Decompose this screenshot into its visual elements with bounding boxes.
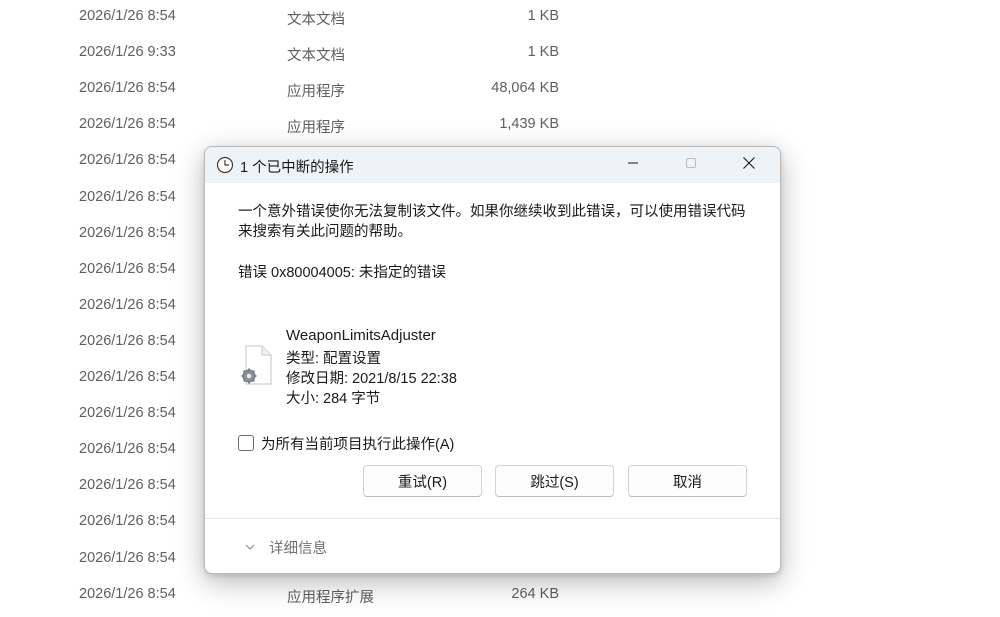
file-date: 2026/1/26 8:54 [79, 188, 176, 205]
clock-icon [216, 156, 234, 174]
minimize-icon [627, 156, 639, 174]
file-size: 48,064 KB [491, 80, 559, 97]
file-size: 大小: 284 字节 [286, 391, 381, 407]
file-date: 2026/1/26 8:54 [79, 116, 176, 133]
file-type: 应用程序 [287, 120, 345, 137]
chevron-down-icon [243, 540, 257, 554]
file-date: 2026/1/26 8:54 [79, 477, 176, 494]
file-size: 1 KB [527, 44, 559, 61]
error-code: 错误 0x80004005: 未指定的错误 [238, 265, 446, 281]
close-button[interactable] [720, 147, 778, 183]
details-toggle[interactable]: 详细信息 [243, 537, 327, 557]
file-row[interactable]: 2026/1/26 9:33 文本文档 1 KB [0, 36, 1000, 72]
checkbox-box[interactable] [238, 435, 254, 451]
file-size: 264 KB [511, 585, 559, 602]
file-row[interactable]: 2026/1/26 8:54 应用程序 1,439 KB [0, 108, 1000, 144]
file-date: 2026/1/26 8:54 [79, 224, 176, 241]
error-message: 一个意外错误使你无法复制该文件。如果你继续收到此错误，可以使用错误代码来搜索有关… [238, 204, 746, 240]
file-type: 文本文档 [287, 12, 345, 28]
file-date: 2026/1/26 9:33 [79, 44, 176, 61]
file-type: 类型: 配置设置 [286, 351, 382, 367]
apply-all-checkbox[interactable]: 为所有当前项目执行此操作(A) [238, 433, 454, 453]
file-date: 2026/1/26 8:54 [79, 260, 176, 277]
file-type: 应用程序 [287, 84, 345, 101]
maximize-icon [685, 156, 697, 174]
copy-error-dialog: 1 个已中断的操作 一个意外错误使你无法复制该文件。如果你继续收到此错误，可以使… [204, 146, 781, 574]
file-date: 2026/1/26 8:54 [79, 405, 176, 422]
apply-all-label[interactable]: 为所有当前项目执行此操作(A) [261, 433, 454, 454]
details-label: 详细信息 [269, 540, 327, 557]
file-date: 2026/1/26 8:54 [79, 152, 176, 169]
file-date: 2026/1/26 8:54 [79, 369, 176, 385]
file-size: 1 KB [527, 8, 559, 24]
dialog-title: 1 个已中断的操作 [240, 160, 354, 176]
file-date: 2026/1/26 8:54 [79, 513, 176, 530]
file-date: 2026/1/26 8:54 [79, 549, 176, 566]
skip-button[interactable]: 跳过(S) [495, 465, 614, 497]
file-modified-date: 修改日期: 2021/8/15 22:38 [286, 371, 457, 387]
file-date: 2026/1/26 8:54 [79, 8, 176, 24]
minimize-button[interactable] [604, 147, 662, 183]
maximize-button[interactable] [662, 147, 720, 183]
close-icon [742, 156, 756, 175]
file-date: 2026/1/26 8:54 [79, 80, 176, 97]
file-date: 2026/1/26 8:54 [79, 296, 176, 313]
config-file-icon [238, 345, 274, 387]
file-size: 1,439 KB [499, 116, 559, 133]
file-date: 2026/1/26 8:54 [79, 585, 176, 602]
file-name: WeaponLimitsAdjuster [286, 327, 436, 344]
file-type: 文本文档 [287, 48, 345, 65]
dialog-titlebar[interactable]: 1 个已中断的操作 [205, 147, 780, 183]
file-row[interactable]: 2026/1/26 8:54 文本文档 1 KB [0, 0, 1000, 36]
file-date: 2026/1/26 8:54 [79, 332, 176, 349]
cancel-button[interactable]: 取消 [628, 465, 747, 497]
file-row[interactable]: 2026/1/26 8:54 应用程序 48,064 KB [0, 72, 1000, 108]
retry-button[interactable]: 重试(R) [363, 465, 482, 497]
file-row[interactable]: 2026/1/26 8:54 应用程序扩展 264 KB [0, 578, 1000, 614]
file-date: 2026/1/26 8:54 [79, 441, 176, 458]
file-type: 应用程序扩展 [287, 589, 374, 606]
footer-divider [205, 518, 780, 519]
